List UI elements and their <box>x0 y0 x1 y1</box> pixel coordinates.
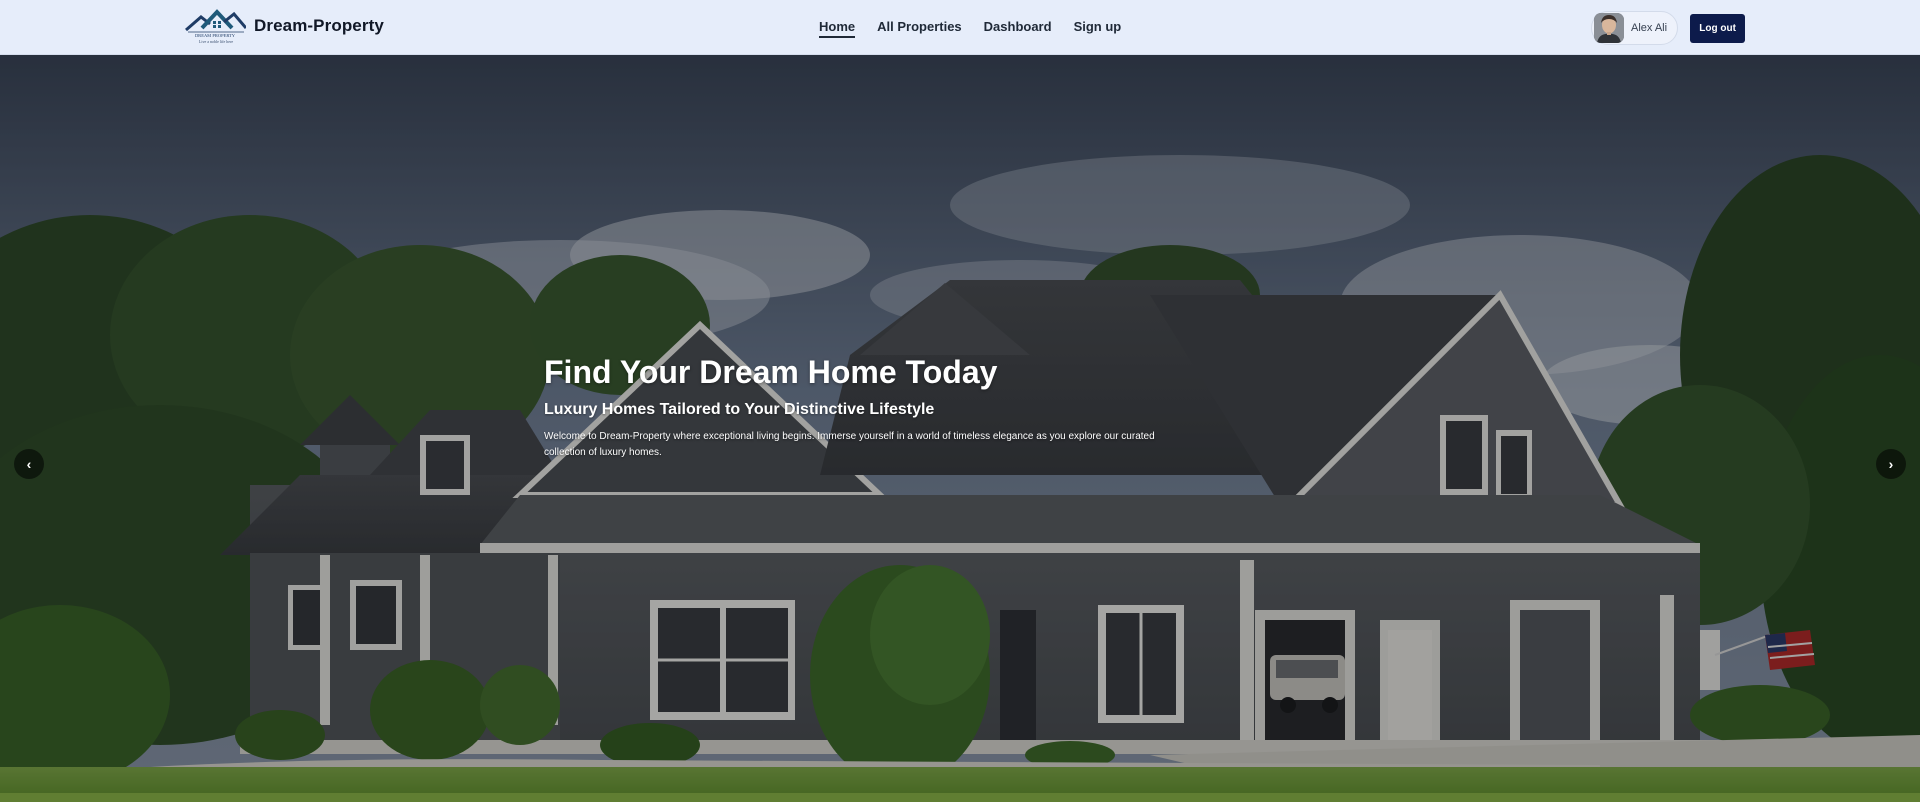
chevron-right-icon: › <box>1888 456 1894 472</box>
avatar <box>1594 13 1624 43</box>
user-name: Alex Ali <box>1631 22 1668 34</box>
nav-link-home[interactable]: Home <box>819 19 856 38</box>
carousel-prev-button[interactable]: ‹ <box>14 449 44 479</box>
carousel-next-button[interactable]: › <box>1876 449 1906 479</box>
hero-content: Find Your Dream Home Today Luxury Homes … <box>544 353 1184 461</box>
navbar: DREAM PROPERTY Live a noble life here Dr… <box>0 0 1920 55</box>
brand-name: Dream-Property <box>254 16 384 35</box>
logout-button[interactable]: Log out <box>1690 13 1746 43</box>
hero-title: Find Your Dream Home Today <box>544 354 998 390</box>
user-profile-chip[interactable]: Alex Ali <box>1591 11 1679 45</box>
logo-icon: DREAM PROPERTY Live a noble life here <box>184 8 248 44</box>
main-nav: Home All Properties Dashboard Sign up <box>819 19 1121 38</box>
user-area: Alex Ali Log out <box>1591 11 1746 45</box>
brand-link[interactable]: DREAM PROPERTY Live a noble life here Dr… <box>184 8 384 44</box>
nav-link-sign-up[interactable]: Sign up <box>1074 19 1122 38</box>
nav-link-dashboard[interactable]: Dashboard <box>984 19 1052 38</box>
logo-tagline: Live a noble life here <box>198 39 234 44</box>
nav-link-all-properties[interactable]: All Properties <box>877 19 962 38</box>
logo-text: DREAM PROPERTY <box>195 33 236 38</box>
chevron-left-icon: ‹ <box>26 456 32 472</box>
hero-carousel: Find Your Dream Home Today Luxury Homes … <box>0 55 1920 802</box>
hero-description: Welcome to Dream-Property where exceptio… <box>544 431 1155 458</box>
hero-subtitle: Luxury Homes Tailored to Your Distinctiv… <box>544 401 935 418</box>
